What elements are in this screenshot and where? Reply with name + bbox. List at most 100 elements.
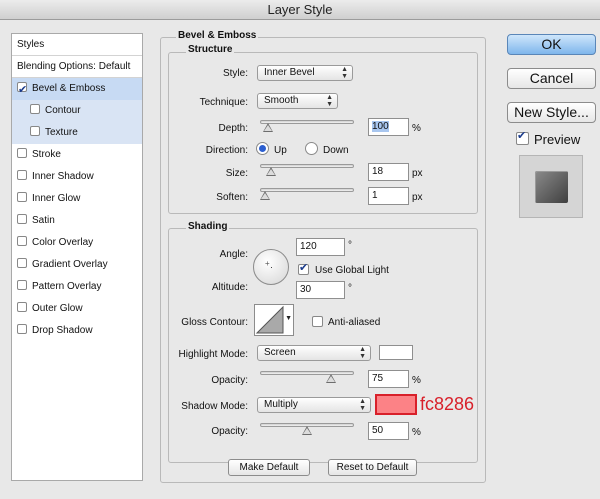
style-item-label: Outer Glow: [32, 303, 83, 314]
shading-title: Shading: [186, 221, 230, 232]
shadow-mode-value: Multiply: [264, 399, 298, 410]
style-item-satin[interactable]: Satin: [12, 210, 142, 232]
soften-label: Soften:: [216, 192, 248, 203]
style-item-color-overlay[interactable]: Color Overlay: [12, 232, 142, 254]
style-item-label: Contour: [45, 105, 81, 116]
soften-slider[interactable]: [260, 188, 354, 192]
style-item-stroke[interactable]: Stroke: [12, 144, 142, 166]
technique-value: Smooth: [264, 95, 299, 106]
shadow-opacity-thumb[interactable]: [302, 426, 312, 435]
inner-glow-checkbox[interactable]: [17, 192, 27, 203]
highlight-mode-select[interactable]: Screen ▲ ▼: [257, 345, 371, 361]
style-item-texture[interactable]: Texture: [12, 122, 142, 144]
style-item-label: Pattern Overlay: [32, 281, 102, 292]
highlight-opacity-slider[interactable]: [260, 371, 354, 375]
style-item-label: Inner Glow: [32, 193, 81, 204]
style-item-label: Inner Shadow: [32, 171, 94, 182]
direction-down-radio[interactable]: [305, 142, 318, 155]
depth-label: Depth:: [218, 123, 248, 134]
shadow-opacity-field[interactable]: 50: [368, 422, 409, 440]
contour-dropdown-icon[interactable]: ▼: [285, 315, 292, 322]
style-item-label: Gradient Overlay: [32, 259, 108, 270]
altitude-field[interactable]: 30: [296, 281, 345, 299]
gloss-contour-picker[interactable]: ▼: [254, 304, 294, 336]
style-item-label: Texture: [45, 127, 78, 138]
make-default-button[interactable]: Make Default: [228, 459, 310, 476]
style-item-inner-shadow[interactable]: Inner Shadow: [12, 166, 142, 188]
window-title: Layer Style: [0, 0, 600, 20]
select-arrows-icon: ▲ ▼: [359, 398, 366, 412]
style-item-outer-glow[interactable]: Outer Glow: [12, 298, 142, 320]
texture-checkbox[interactable]: [30, 126, 40, 137]
pattern-overlay-checkbox[interactable]: [17, 280, 27, 291]
global-light-checkbox[interactable]: [298, 261, 309, 275]
anti-aliased-checkbox[interactable]: [312, 316, 323, 327]
style-item-bevel-emboss[interactable]: Bevel & Emboss: [12, 78, 142, 101]
reset-to-default-button[interactable]: Reset to Default: [328, 459, 417, 476]
anti-aliased-label: Anti-aliased: [328, 317, 381, 328]
angle-crosshair-icon: +: [265, 259, 270, 268]
angle-unit: °: [348, 240, 352, 251]
stroke-checkbox[interactable]: [17, 148, 27, 159]
shadow-color-swatch[interactable]: [375, 394, 417, 415]
soften-unit: px: [412, 192, 423, 203]
preview-swatch: [535, 171, 568, 203]
cancel-button[interactable]: Cancel: [507, 68, 596, 89]
highlight-opacity-label: Opacity:: [211, 375, 248, 386]
style-item-gradient-overlay[interactable]: Gradient Overlay: [12, 254, 142, 276]
shadow-mode-select[interactable]: Multiply ▲ ▼: [257, 397, 371, 413]
depth-field[interactable]: 100: [368, 118, 409, 136]
style-item-label: Drop Shadow: [32, 325, 93, 336]
gloss-contour-label: Gloss Contour:: [181, 317, 248, 328]
layer-style-dialog: Styles Blending Options: Default Bevel &…: [0, 20, 600, 499]
style-item-label: Bevel & Emboss: [32, 83, 106, 94]
technique-select[interactable]: Smooth ▲ ▼: [257, 93, 338, 109]
style-item-contour[interactable]: Contour: [12, 100, 142, 122]
depth-slider-thumb[interactable]: [263, 123, 273, 132]
bevel-style-select[interactable]: Inner Bevel ▲ ▼: [257, 65, 353, 81]
direction-label: Direction:: [205, 145, 248, 156]
style-list-header[interactable]: Styles: [12, 34, 142, 56]
altitude-label: Altitude:: [211, 282, 248, 293]
drop-shadow-checkbox[interactable]: [17, 324, 27, 335]
soften-field[interactable]: 1: [368, 187, 409, 205]
depth-unit: %: [412, 123, 421, 134]
technique-label: Technique:: [199, 97, 248, 108]
shadow-color-annotation: fc8286: [420, 394, 475, 414]
highlight-mode-value: Screen: [264, 347, 296, 358]
highlight-color-swatch[interactable]: [379, 345, 413, 360]
shadow-mode-label: Shadow Mode:: [181, 401, 248, 412]
style-item-label: Stroke: [32, 149, 61, 160]
highlight-opacity-field[interactable]: 75: [368, 370, 409, 388]
direction-up-label: Up: [274, 145, 287, 156]
blending-options-item[interactable]: Blending Options: Default: [12, 56, 142, 78]
depth-value: 100: [372, 121, 389, 132]
contour-checkbox[interactable]: [30, 104, 40, 115]
style-item-inner-glow[interactable]: Inner Glow: [12, 188, 142, 210]
angle-indicator: [271, 267, 272, 268]
inner-shadow-checkbox[interactable]: [17, 170, 27, 181]
depth-slider[interactable]: [260, 120, 354, 124]
style-item-drop-shadow[interactable]: Drop Shadow: [12, 320, 142, 342]
new-style-button[interactable]: New Style...: [507, 102, 596, 123]
shadow-opacity-unit: %: [412, 427, 421, 438]
gradient-overlay-checkbox[interactable]: [17, 258, 27, 269]
satin-checkbox[interactable]: [17, 214, 27, 225]
bevel-emboss-checkbox[interactable]: [17, 79, 27, 101]
angle-field[interactable]: 120: [296, 238, 345, 256]
color-overlay-checkbox[interactable]: [17, 236, 27, 247]
size-slider-thumb[interactable]: [266, 167, 276, 176]
soften-slider-thumb[interactable]: [260, 191, 270, 200]
style-item-label: Color Overlay: [32, 237, 94, 248]
style-item-pattern-overlay[interactable]: Pattern Overlay: [12, 276, 142, 298]
size-field[interactable]: 18: [368, 163, 409, 181]
angle-label: Angle:: [219, 249, 248, 260]
altitude-unit: °: [348, 283, 352, 294]
highlight-opacity-thumb[interactable]: [326, 374, 336, 383]
style-label: Style:: [222, 68, 248, 79]
angle-dial[interactable]: +: [253, 249, 289, 285]
ok-button[interactable]: OK: [507, 34, 596, 55]
direction-up-radio[interactable]: [256, 142, 269, 155]
preview-checkbox[interactable]: [516, 129, 529, 145]
outer-glow-checkbox[interactable]: [17, 302, 27, 313]
